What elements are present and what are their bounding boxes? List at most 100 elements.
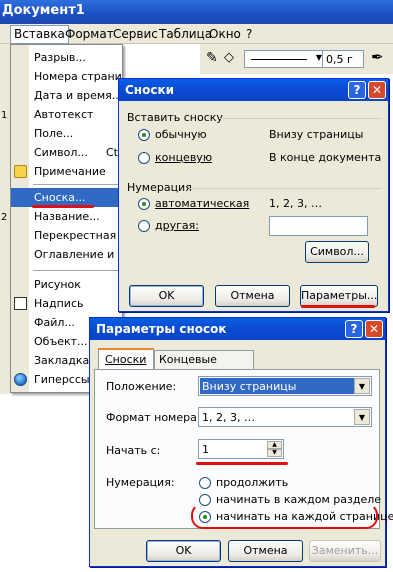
close-icon[interactable]: ✕ bbox=[365, 320, 383, 338]
options-button-label: Параметры... bbox=[301, 289, 378, 302]
globe-icon bbox=[14, 373, 27, 386]
cancel-button[interactable]: Отмена bbox=[215, 285, 290, 307]
radio-continue[interactable] bbox=[199, 477, 211, 489]
footnote-options-dialog: Параметры сносок ? ✕ Сноски Концевые сно… bbox=[89, 317, 393, 567]
format-label: Формат номера: bbox=[106, 411, 201, 424]
options-button[interactable]: Параметры... bbox=[300, 285, 378, 307]
radio-auto[interactable] bbox=[138, 198, 150, 210]
cancel-button-label: Отмена bbox=[230, 289, 275, 302]
label-regular: обычную bbox=[155, 128, 207, 141]
numbering-heading: Нумерация bbox=[127, 181, 192, 194]
eraser-icon[interactable]: ◇ bbox=[224, 50, 234, 65]
menu-item-label: Перекрестная с bbox=[34, 229, 123, 242]
annotation-underline bbox=[32, 205, 94, 208]
stepper-down-icon[interactable]: ▼ bbox=[267, 449, 282, 457]
menu-insert[interactable]: Вставка bbox=[10, 25, 69, 44]
chevron-down-icon[interactable]: ▼ bbox=[354, 409, 370, 425]
drawing-toolbar: ✎ ◇ ▼ 0,5 г ✒ bbox=[200, 44, 393, 74]
menu-item-field[interactable]: Поле... bbox=[11, 124, 122, 143]
ruler-mark: 1 bbox=[1, 110, 8, 121]
menu-tools[interactable]: Сервис bbox=[110, 26, 161, 42]
group-divider bbox=[189, 188, 381, 189]
start-at-stepper[interactable]: 1 ▲ ▼ bbox=[198, 439, 284, 459]
ruler-mark: 2 bbox=[1, 212, 8, 223]
menu-item-comment[interactable]: Примечание bbox=[11, 162, 122, 181]
radio-regular[interactable] bbox=[138, 129, 150, 141]
menu-item-label: Гиперссыл bbox=[34, 373, 97, 386]
label-continue: продолжить bbox=[216, 476, 289, 489]
menu-item-caption[interactable]: Название... bbox=[11, 207, 122, 226]
menu-item-label: Номера страниц bbox=[34, 70, 123, 83]
regular-position: Внизу страницы bbox=[269, 128, 364, 141]
replace-button[interactable]: Заменить... bbox=[309, 540, 381, 562]
textbox-icon bbox=[14, 297, 27, 310]
tab-endnotes[interactable]: Концевые сноски bbox=[154, 350, 254, 379]
help-icon[interactable]: ? bbox=[345, 320, 363, 338]
line-width-select[interactable]: 0,5 г bbox=[322, 50, 364, 68]
auto-sample: 1, 2, 3, … bbox=[269, 197, 322, 210]
dialog-title-bar: Параметры сносок ? ✕ bbox=[90, 318, 385, 340]
menu-item-picture[interactable]: Рисунок bbox=[11, 275, 122, 294]
number-format-select[interactable]: 1, 2, 3, … ▼ bbox=[198, 407, 372, 427]
dialog-title: Сноски bbox=[125, 83, 175, 97]
menu-item-label: Сноска... bbox=[34, 191, 86, 204]
menu-item-autotext[interactable]: Автотекст bbox=[11, 105, 122, 124]
annotation-underline bbox=[196, 462, 288, 465]
ok-button[interactable]: OK bbox=[129, 285, 204, 307]
menu-format[interactable]: Формат bbox=[62, 26, 117, 42]
dialog-title: Параметры сносок bbox=[96, 322, 227, 336]
menu-item-label: Оглавление и у bbox=[34, 248, 123, 261]
menu-item-label: Примечание bbox=[34, 165, 106, 178]
menu-item-label: Поле... bbox=[34, 127, 74, 140]
radio-endnote[interactable] bbox=[138, 152, 150, 164]
menu-item-textbox[interactable]: Надпись bbox=[11, 294, 122, 313]
shortcut-fragment: Ct bbox=[106, 146, 118, 159]
help-icon[interactable]: ? bbox=[348, 81, 366, 99]
position-value: Внизу страницы bbox=[202, 380, 297, 393]
menu-item-cross-reference[interactable]: Перекрестная с bbox=[11, 226, 123, 245]
line-width-value: 0,5 г bbox=[326, 53, 353, 66]
menu-item-symbol[interactable]: Символ... Ct bbox=[11, 143, 122, 162]
footnote-dialog: Сноски ? ✕ Вставить сноску обычную Внизу… bbox=[118, 78, 389, 312]
tab-footnotes[interactable]: Сноски bbox=[98, 348, 154, 370]
word-title-bar: Документ1 bbox=[0, 0, 393, 24]
menu-item-label: Объект... bbox=[34, 335, 88, 348]
other-mark-input[interactable] bbox=[269, 216, 368, 236]
label-auto: автоматическая bbox=[155, 197, 250, 210]
symbol-button[interactable]: Символ... bbox=[305, 241, 369, 263]
pen-color-icon[interactable]: ✒ bbox=[371, 48, 384, 66]
chevron-down-icon[interactable]: ▼ bbox=[354, 378, 370, 394]
cancel-button[interactable]: Отмена bbox=[228, 540, 303, 562]
line-style-select[interactable]: ▼ bbox=[244, 50, 326, 68]
annotation-underline bbox=[301, 305, 375, 308]
menu-item-label: Символ... bbox=[34, 146, 88, 159]
radio-other[interactable] bbox=[138, 220, 150, 232]
menu-item-break[interactable]: Разрыв... bbox=[11, 48, 122, 67]
stepper-up-icon[interactable]: ▲ bbox=[267, 441, 282, 449]
menu-item-date-time[interactable]: Дата и время... bbox=[11, 86, 122, 105]
numbering-label: Нумерация: bbox=[106, 476, 175, 489]
menu-help[interactable]: ? bbox=[243, 26, 255, 42]
position-select[interactable]: Внизу страницы ▼ bbox=[198, 376, 372, 396]
replace-button-label: Заменить... bbox=[311, 544, 379, 557]
label-endnote: концевую bbox=[155, 151, 213, 164]
group-divider bbox=[219, 118, 381, 119]
menu-item-page-numbers[interactable]: Номера страниц bbox=[11, 67, 123, 86]
pencil-icon[interactable]: ✎ bbox=[206, 50, 218, 66]
menu-separator bbox=[33, 270, 122, 271]
ok-button-label: OK bbox=[158, 289, 175, 302]
insert-footnote-heading: Вставить сноску bbox=[127, 111, 223, 124]
menu-item-index-tables[interactable]: Оглавление и у bbox=[11, 245, 123, 264]
close-icon[interactable]: ✕ bbox=[368, 81, 386, 99]
start-at-label: Начать с: bbox=[106, 444, 161, 457]
menu-item-label: Рисунок bbox=[34, 278, 81, 291]
label-other: другая: bbox=[155, 219, 199, 232]
menu-item-label: Файл... bbox=[34, 316, 75, 329]
start-at-value: 1 bbox=[202, 443, 209, 456]
ok-button[interactable]: OK bbox=[146, 540, 221, 562]
cancel-button-label: Отмена bbox=[243, 544, 288, 557]
tab-footnotes-label: Сноски bbox=[105, 353, 147, 366]
window-left-edge: 1 2 bbox=[0, 44, 10, 394]
menu-item-label: Название... bbox=[34, 210, 100, 223]
menu-window[interactable]: Окно bbox=[206, 26, 244, 42]
